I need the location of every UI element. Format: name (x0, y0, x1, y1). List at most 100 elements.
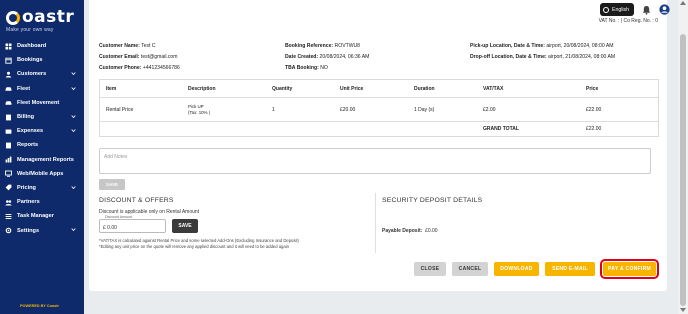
settings-icon (5, 227, 12, 234)
customer-phone: +441234566786 (142, 65, 180, 71)
sidebar-item-reports[interactable]: Reports (0, 138, 84, 152)
management-reports-icon (5, 156, 12, 163)
notes-textarea[interactable]: Add Notes (99, 148, 651, 174)
powered-by: POWERED BY Coastr (20, 304, 59, 308)
sidebar-item-web-mobile-apps[interactable]: Web/Mobile Apps (0, 167, 84, 181)
cancel-button[interactable]: CANCEL (452, 262, 488, 276)
date-created: 20/08/2024, 06:36 AM (319, 54, 370, 60)
sidebar-item-task-manager[interactable]: Task Manager (0, 209, 84, 223)
booking-reference: ROVTWU8 (334, 43, 361, 49)
chevron-down-icon (71, 72, 76, 76)
logo-mark-icon (6, 10, 20, 25)
cell-description: Pick UP (Tax: 10% ) (188, 103, 211, 115)
sidebar-item-management-reports[interactable]: Management Reports (0, 153, 84, 167)
column-header-quantity: Quantity (272, 85, 293, 92)
task-manager-icon (5, 213, 12, 220)
user-avatar-icon[interactable] (659, 4, 670, 15)
discount-amount-input[interactable]: £ 0.00 (99, 219, 166, 233)
globe-icon (602, 6, 609, 13)
charges-table: Item Description Quantity Unit Price Dur… (99, 79, 659, 137)
sidebar-item-partners[interactable]: Partners (0, 195, 84, 209)
column-header-unit-price: Unit Price (340, 85, 364, 92)
scroll-up-arrow-icon[interactable] (680, 1, 686, 5)
scrollbar-thumb[interactable] (680, 34, 686, 306)
sidebar-item-label: Task Manager (17, 213, 54, 220)
column-header-vat: VAT/TAX (483, 85, 504, 92)
sidebar-item-label: Expenses (17, 128, 44, 135)
partners-icon (5, 199, 12, 206)
download-button[interactable]: DOWNLOAD (494, 262, 539, 276)
booking-reference-row: Booking Reference: ROVTWU8 (285, 43, 361, 49)
reports-icon (5, 142, 12, 149)
sidebar-item-label: Customers (17, 71, 47, 78)
sidebar-item-settings[interactable]: Settings (0, 223, 84, 237)
customer-email: test@gmail.com (140, 54, 178, 60)
sidebar-item-pricing[interactable]: Pricing (0, 181, 84, 195)
vat-note: *VAT/TAX is calculated against Rental Pr… (99, 238, 299, 243)
brand-tagline: Make your own way (6, 27, 54, 33)
pay-and-confirm-button[interactable]: PAY & CONFIRM (600, 259, 659, 279)
tba-booking-row: TBA Booking: NO (285, 65, 328, 71)
dashboard-icon (5, 43, 12, 50)
sidebar-item-bookings[interactable]: Bookings (0, 53, 84, 67)
sidebar-item-fleet[interactable]: Fleet (0, 82, 84, 96)
payable-deposit-row: Payable Deposit: £0.00 (382, 228, 438, 234)
billing-icon (5, 114, 12, 121)
sidebar-item-customers[interactable]: Customers (0, 67, 84, 81)
brand-name: oastr (22, 7, 75, 27)
discount-edit-note: *Editing any unit price on the quote wil… (99, 244, 289, 249)
bell-icon[interactable] (642, 5, 651, 15)
sidebar-item-label: Fleet (17, 85, 31, 92)
sidebar-item-expenses[interactable]: Expenses (0, 124, 84, 138)
column-header-description: Description (188, 85, 216, 92)
sidebar-item-fleet-movement[interactable]: Fleet Movement (0, 96, 84, 110)
sidebar-item-dashboard[interactable]: Dashboard (0, 39, 84, 53)
tba-booking: NO (320, 65, 328, 71)
chevron-down-icon (71, 186, 76, 189)
sidebar-item-label: Bookings (17, 57, 43, 64)
cell-unit-price: £20.00 (340, 106, 356, 113)
sidebar: oastr Make your own way Dashboard Booking… (0, 0, 84, 314)
chevron-down-icon (71, 86, 76, 90)
table-header-row: Item Description Quantity Unit Price Dur… (100, 80, 658, 98)
cell-price: £22.00 (586, 106, 602, 113)
customer-name-row: Customer Name: Test C (99, 43, 156, 49)
page-scrollbar[interactable] (678, 0, 688, 314)
vat-registration-line: VAT No. : | Co Reg. No. : 0 (598, 18, 658, 24)
customer-name: Test C (141, 43, 156, 49)
deposit-section-title: SECURITY DEPOSIT DETAILS (382, 197, 483, 204)
table-row: Rental Price Pick UP (Tax: 10% ) 1 £20.0… (100, 98, 658, 122)
discount-amount-label: Discount Amount (104, 215, 134, 219)
chevron-down-icon (71, 129, 76, 133)
section-divider (375, 193, 376, 253)
cell-duration: 1 Day (s) (414, 106, 435, 113)
grand-total-value: £22.00 (586, 126, 602, 132)
sidebar-item-label: Fleet Movement (17, 99, 60, 106)
send-email-button[interactable]: SEND E-MAIL (545, 262, 595, 276)
language-selector[interactable]: English (599, 3, 634, 16)
grand-total-row: GRAND TOTAL £22.00 (100, 122, 658, 136)
web-mobile-apps-icon (5, 170, 12, 178)
brand-logo[interactable]: oastr Make your own way (6, 9, 78, 33)
bookings-icon (5, 57, 12, 64)
chevron-down-icon (71, 115, 76, 119)
pickup-row: Pick-up Location, Date & Time: airport, … (470, 43, 614, 49)
cell-vat: £2.00 (483, 106, 496, 113)
column-header-price: Price (586, 85, 599, 92)
save-notes-button[interactable]: SAVE (99, 179, 125, 190)
customer-phone-row: Customer Phone: +441234566786 (99, 65, 180, 71)
sidebar-item-label: Settings (17, 227, 40, 234)
scroll-down-arrow-icon[interactable] (680, 308, 686, 312)
save-discount-button[interactable]: SAVE (172, 219, 198, 233)
dropoff-row: Drop-off Location, Date & Time: airport,… (470, 54, 616, 60)
sidebar-item-label: Management Reports (17, 156, 74, 163)
grand-total-label: GRAND TOTAL (483, 126, 519, 132)
close-button[interactable]: CLOSE (414, 262, 446, 276)
chevron-down-icon (71, 228, 76, 232)
sidebar-item-label: Pricing (17, 184, 36, 191)
cell-item: Rental Price (106, 106, 134, 113)
language-label: English (611, 6, 629, 13)
pickup-details: airport, 20/08/2024, 08:00 AM (546, 43, 614, 49)
sidebar-item-billing[interactable]: Billing (0, 110, 84, 124)
expenses-icon (5, 128, 12, 135)
